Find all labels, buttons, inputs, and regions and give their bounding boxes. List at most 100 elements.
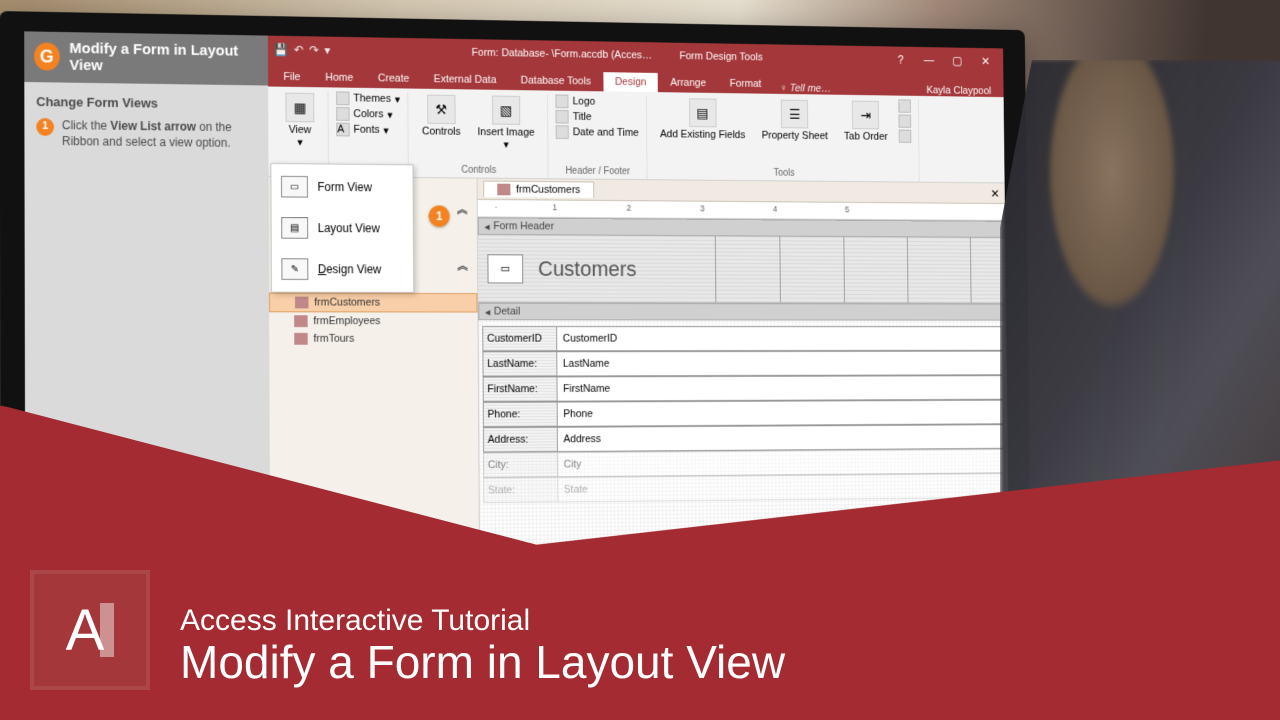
form-design-area: frmCustomers ✕ ·12345 ◂ Form Header ▭ Cu… [478, 179, 1010, 623]
step-number-badge: 1 [36, 117, 54, 135]
ribbon-group-controls: ⚒ Controls ▧ Insert Image▾ Controls [409, 92, 549, 178]
redo-icon[interactable]: ↷ [309, 43, 319, 57]
field-row[interactable]: CustomerIDCustomerID [482, 326, 1003, 351]
property-sheet-button[interactable]: ☰ Property Sheet [756, 97, 833, 144]
help-button[interactable]: ? [888, 53, 913, 67]
field-label[interactable]: Address: [483, 427, 558, 453]
brand-logo-icon: G [34, 43, 59, 71]
fonts-button[interactable]: AFonts▾ [336, 123, 400, 137]
view-button[interactable]: ▦ View ▾ [280, 91, 321, 151]
fonts-icon: A [336, 123, 349, 137]
add-existing-fields-button[interactable]: ▤ Add Existing Fields [654, 96, 751, 143]
ribbon-group-header-footer: Logo Title Date and Time Header / Footer [548, 94, 647, 179]
view-option-layout[interactable]: ▤ Layout View [273, 207, 411, 249]
viewer-silhouette [1000, 60, 1280, 620]
ribbon: ▦ View ▾ Views Themes▾ Colors▾ [268, 87, 1004, 184]
close-button[interactable]: ✕ [973, 54, 998, 68]
themes-icon [336, 91, 349, 105]
logo-icon [556, 95, 569, 109]
header-grid [651, 236, 997, 303]
collapse-icon: ︽ [457, 258, 467, 274]
tab-home[interactable]: Home [314, 68, 365, 88]
access-window: 💾 ↶ ↷ ▾ Form: Database- \Form.accdb (Acc… [268, 36, 1010, 626]
tab-format[interactable]: Format [719, 74, 773, 94]
quick-access-toolbar: 💾 ↶ ↷ ▾ [274, 43, 331, 58]
ribbon-group-tools: ▤ Add Existing Fields ☰ Property Sheet ⇥… [647, 96, 920, 182]
tell-me-search[interactable]: ♀ Tell me… [779, 82, 831, 94]
colors-icon [336, 107, 349, 121]
detail-section-bar[interactable]: ◂ Detail [478, 303, 1006, 321]
detail-area[interactable]: CustomerIDCustomerID LastName:LastName F… [478, 320, 1008, 509]
field-row[interactable]: FirstName:FirstName [483, 375, 1004, 402]
tab-database-tools[interactable]: Database Tools [509, 71, 602, 92]
form-header-area[interactable]: ▭ Customers [478, 235, 1006, 304]
themes-button[interactable]: Themes▾ [336, 91, 400, 106]
nav-item-frmemployees[interactable]: frmEmployees [269, 312, 477, 330]
field-label[interactable]: CustomerID [482, 326, 557, 351]
form-tab-frmcustomers[interactable]: frmCustomers [483, 181, 594, 198]
properties-icon: ☰ [781, 100, 808, 129]
view-option-design[interactable]: ✎ Design View [274, 248, 412, 290]
field-textbox[interactable]: Phone [558, 400, 1004, 427]
logo-button[interactable]: Logo [556, 95, 639, 110]
tab-design[interactable]: Design [604, 72, 658, 92]
field-label[interactable]: City: [483, 452, 558, 478]
nav-item-frmcustomers[interactable]: frmCustomers [269, 293, 477, 313]
minimize-button[interactable]: — [917, 54, 942, 68]
document-title: Form: Database- \Form.accdb (Acces… [472, 47, 652, 62]
field-label[interactable]: FirstName: [483, 376, 558, 402]
field-row[interactable]: State:State [483, 473, 1004, 503]
save-icon[interactable]: 💾 [274, 43, 288, 57]
tab-external-data[interactable]: External Data [422, 69, 507, 90]
tutorial-title: Modify a Form in Layout View [69, 40, 258, 77]
tools-extra-2[interactable] [898, 114, 911, 127]
collapse-icon: ︽ [457, 202, 467, 218]
clock-icon [556, 125, 569, 139]
tools-extra-3[interactable] [898, 130, 911, 143]
field-textbox[interactable]: LastName [557, 351, 1003, 377]
step-callout-1: 1 [429, 205, 450, 227]
convert-icon [898, 130, 911, 143]
tab-file[interactable]: File [272, 67, 312, 87]
chevron-down-icon: ▾ [297, 136, 302, 149]
field-textbox[interactable]: FirstName [557, 375, 1003, 401]
tutorial-section: Change Form Views [36, 94, 256, 112]
field-textbox[interactable]: CustomerID [557, 326, 1003, 351]
datetime-button[interactable]: Date and Time [556, 125, 639, 139]
design-view-icon: ✎ [281, 258, 308, 280]
colors-button[interactable]: Colors▾ [336, 107, 400, 121]
form-title-control[interactable]: Customers [538, 256, 637, 281]
monitor-frame: G Modify a Form in Layout View Change Fo… [0, 11, 1032, 651]
tab-arrange[interactable]: Arrange [659, 73, 717, 93]
view-list-dropdown: ▭ Form View ▤ Layout View ✎ Design View [270, 163, 414, 293]
form-icon [294, 315, 307, 327]
context-title: Form Design Tools [679, 50, 762, 63]
close-tab-icon[interactable]: ✕ [990, 187, 999, 200]
maximize-button[interactable]: ▢ [945, 54, 970, 68]
tab-create[interactable]: Create [367, 68, 421, 88]
field-label[interactable]: State: [483, 477, 558, 503]
view-option-form[interactable]: ▭ Form View [273, 166, 411, 208]
field-textbox[interactable]: State [558, 473, 1005, 502]
field-row[interactable]: LastName:LastName [482, 351, 1003, 377]
field-row[interactable]: Phone:Phone [483, 400, 1004, 428]
title-button[interactable]: Title [556, 110, 639, 125]
layout-view-icon: ▤ [281, 217, 308, 239]
controls-gallery[interactable]: ⚒ Controls [416, 93, 466, 140]
subform-icon [898, 99, 911, 112]
tab-order-button[interactable]: ⇥ Tab Order [838, 99, 893, 145]
field-textbox[interactable]: Address [558, 424, 1004, 452]
field-label[interactable]: LastName: [482, 351, 557, 376]
design-surface[interactable]: ◂ Form Header ▭ Customers ◂ Detail Custo… [478, 217, 1010, 622]
undo-icon[interactable]: ↶ [294, 43, 304, 57]
form-view-icon: ▭ [281, 176, 308, 198]
insert-image-button[interactable]: ▧ Insert Image▾ [472, 93, 541, 153]
form-logo-control[interactable]: ▭ [487, 254, 523, 283]
field-label[interactable]: Phone: [483, 402, 558, 428]
step-text: Click the View List arrow on the Ribbon … [62, 117, 257, 151]
form-icon [294, 333, 307, 345]
tools-extra-1[interactable] [898, 99, 911, 112]
screen: G Modify a Form in Layout View Change Fo… [24, 31, 1009, 630]
nav-item-frmtours[interactable]: frmTours [269, 330, 478, 348]
qat-dropdown-icon[interactable]: ▾ [325, 43, 331, 57]
